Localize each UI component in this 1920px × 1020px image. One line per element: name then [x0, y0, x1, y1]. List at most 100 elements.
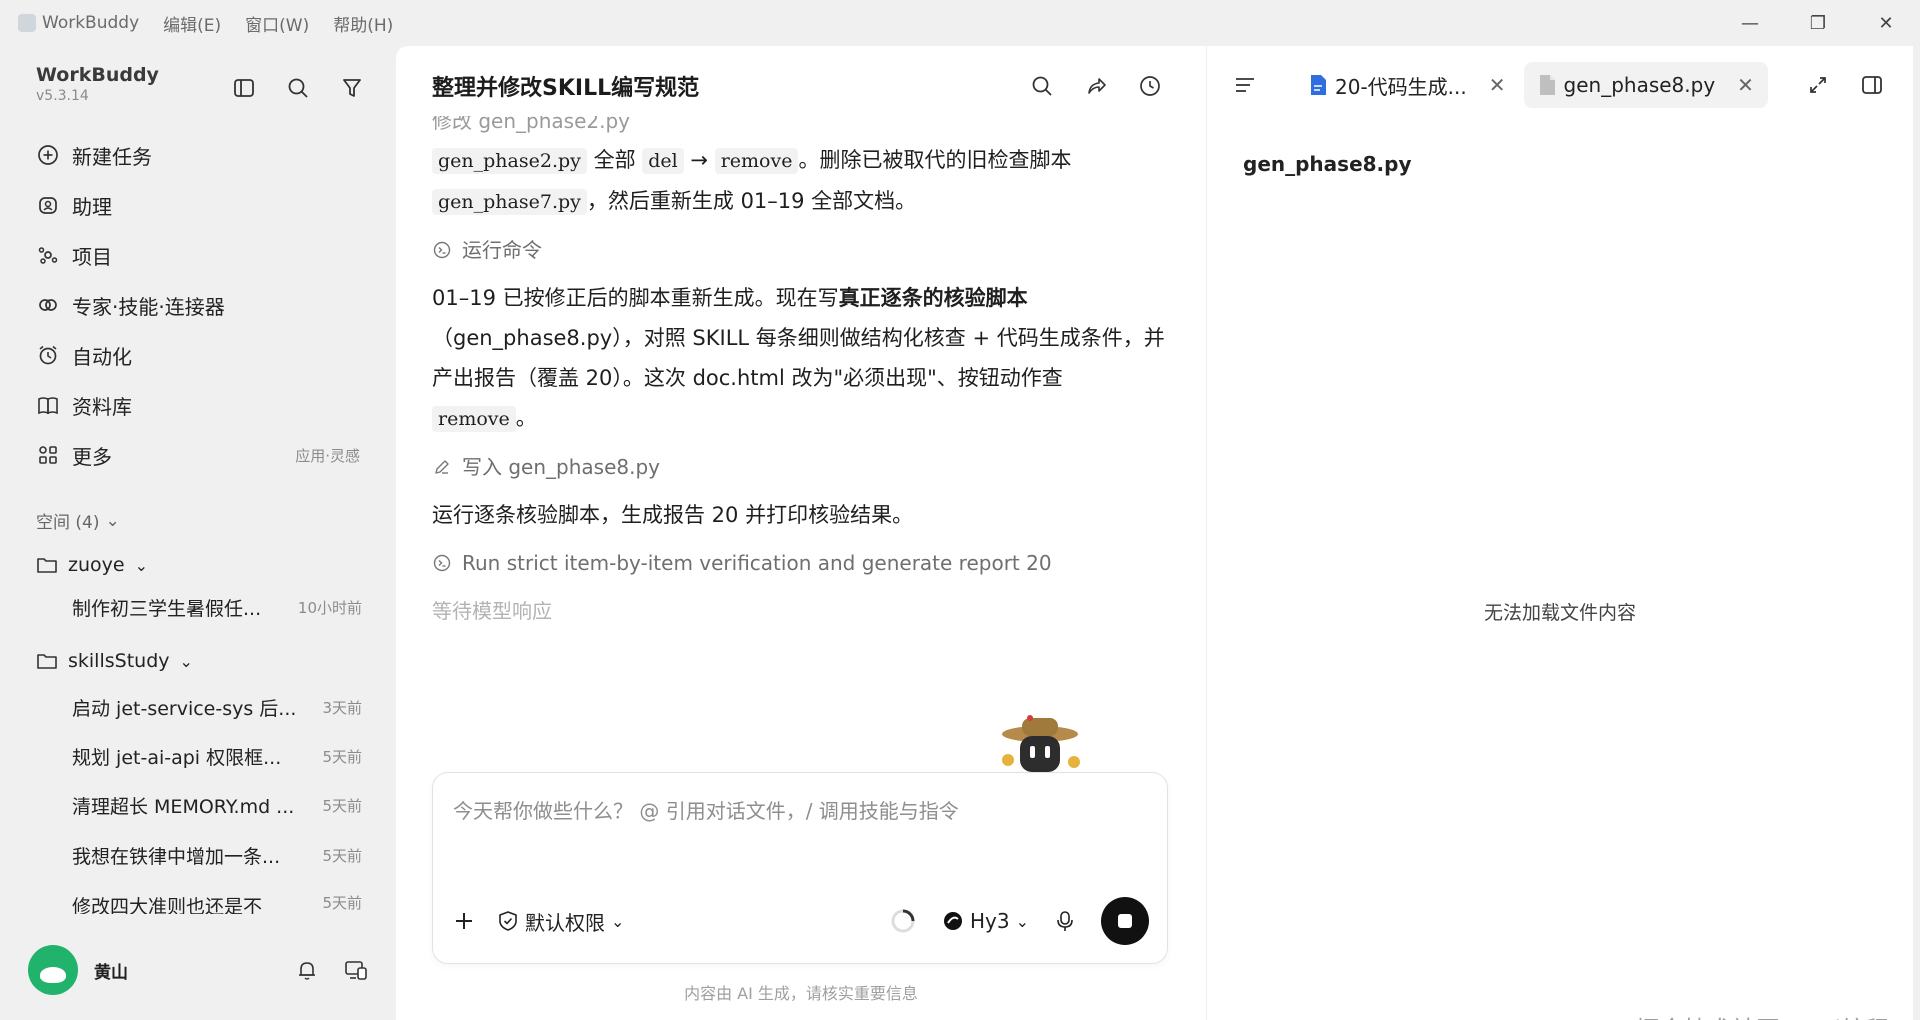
nav-assistant[interactable]: 助理: [24, 180, 374, 230]
assistant-message: gen_phase2.py 全部 del → remove 。删除已被取代的旧检查…: [432, 140, 1172, 222]
nav-more-extra[interactable]: 应用·灵感: [295, 445, 360, 466]
sidebar: WorkBuddy v5.3.14 新建任务 助理 项目 专家·技能·连接器 自…: [0, 46, 396, 1020]
list-item[interactable]: 我想在铁律中增加一条... 5天前: [72, 842, 362, 869]
grid-icon: [34, 441, 62, 469]
main-nav: 新建任务 助理 项目 专家·技能·连接器 自动化 资料库 更多 应用·灵感: [24, 130, 374, 480]
user-name: 黄山: [94, 962, 128, 983]
doc-icon: [1309, 74, 1327, 96]
folder-name: skillsStudy: [68, 650, 170, 672]
ai-disclaimer: 内容由 AI 生成，请核实重要信息: [684, 984, 918, 1003]
close-icon[interactable]: ✕: [1489, 73, 1506, 97]
nav-new-task[interactable]: 新建任务: [24, 130, 374, 180]
message-input[interactable]: 今天帮你做些什么？ @ 引用对话文件，/ 调用技能与指令: [453, 795, 959, 824]
brand-name: WorkBuddy: [36, 64, 159, 86]
title-bar: WorkBuddy 编辑(E) 窗口(W) 帮助(H) — ❐ ✕: [0, 0, 1920, 46]
history-icon[interactable]: [1134, 70, 1166, 102]
nav-label: 新建任务: [72, 144, 152, 169]
app-name: WorkBuddy: [42, 13, 140, 33]
share-icon[interactable]: [1080, 70, 1112, 102]
list-item[interactable]: 修改四大准则也还是不 5天前: [72, 892, 362, 914]
maximize-button[interactable]: ❐: [1784, 0, 1852, 46]
inline-code: gen_phase7.py: [432, 189, 587, 215]
list-item[interactable]: 制作初三学生暑假任... 10小时前: [72, 594, 362, 621]
plus-chat-icon: [34, 141, 62, 169]
stop-button[interactable]: [1101, 897, 1149, 945]
app-title: WorkBuddy: [18, 13, 139, 33]
folder-icon: [36, 555, 58, 575]
nav-label: 自动化: [72, 344, 132, 369]
toggle-sidebar-icon[interactable]: [228, 72, 260, 104]
spaces-header[interactable]: 空间 (4) ⌄: [36, 508, 120, 534]
chevron-down-icon: ⌄: [611, 911, 625, 931]
close-icon[interactable]: ✕: [1737, 73, 1754, 97]
msg-text: 01–19 已按修正后的脚本重新生成。现在写: [432, 286, 839, 310]
menu-help[interactable]: 帮助(H): [333, 11, 393, 36]
close-window-button[interactable]: ✕: [1852, 0, 1920, 46]
waiting-status: 等待模型响应: [432, 599, 552, 623]
inline-code: gen_phase2.py: [432, 148, 587, 174]
tool-step-run-verification[interactable]: Run strict item-by-item verification and…: [432, 543, 1172, 583]
nav-experts[interactable]: 专家·技能·连接器: [24, 280, 374, 330]
menu-window[interactable]: 窗口(W): [245, 11, 309, 36]
collapsed-step: 修改 gen_phase2.py: [432, 116, 630, 133]
task-title: 我想在铁律中增加一条...: [72, 846, 281, 868]
msg-text: 。删除已被取代的旧检查脚本: [798, 148, 1072, 172]
avatar[interactable]: [28, 945, 78, 995]
tab-label: gen_phase8.py: [1563, 73, 1716, 97]
chat-messages: 修改 gen_phase2.py gen_phase2.py 全部 del → …: [432, 116, 1172, 736]
inline-code: del: [642, 148, 684, 174]
nav-label: 专家·技能·连接器: [72, 294, 225, 319]
menu-edit[interactable]: 编辑(E): [163, 11, 221, 36]
task-time: 5天前: [322, 748, 362, 766]
folder-zuoye[interactable]: zuoye ⌄: [36, 554, 148, 576]
tool-step-write-file[interactable]: 写入 gen_phase8.py: [432, 447, 1172, 487]
nav-more[interactable]: 更多 应用·灵感: [24, 430, 374, 480]
tool-step-run-command[interactable]: 运行命令: [432, 230, 1172, 270]
nav-project[interactable]: 项目: [24, 230, 374, 280]
add-icon[interactable]: [453, 910, 475, 932]
file-tab-gen-phase8[interactable]: gen_phase8.py ✕: [1523, 62, 1768, 108]
side-panel-icon[interactable]: [1856, 69, 1888, 101]
microphone-icon[interactable]: [1055, 909, 1075, 933]
task-time: 5天前: [322, 894, 362, 912]
msg-text: 全部: [586, 148, 643, 172]
version-label: v5.3.14: [36, 88, 89, 104]
list-item[interactable]: 规划 jet-ai-api 权限框... 5天前: [72, 743, 362, 770]
expand-icon[interactable]: [1802, 69, 1834, 101]
device-icon[interactable]: [344, 959, 368, 981]
minimize-button[interactable]: —: [1716, 0, 1784, 46]
spaces-label: 空间 (4): [36, 513, 100, 533]
expert-icon: [34, 291, 62, 319]
folder-icon: [36, 651, 58, 671]
search-icon[interactable]: [282, 72, 314, 104]
terminal-icon: [432, 240, 452, 260]
task-title: 清理超长 MEMORY.md ...: [72, 796, 295, 818]
page-title: 整理并修改SKILL编写规范: [432, 76, 700, 101]
message-composer[interactable]: 今天帮你做些什么？ @ 引用对话文件，/ 调用技能与指令 默认权限 ⌄ Hy3 …: [432, 772, 1168, 964]
nav-automation[interactable]: 自动化: [24, 330, 374, 380]
list-item[interactable]: 清理超长 MEMORY.md ... 5天前: [72, 792, 362, 819]
bell-icon[interactable]: [296, 959, 318, 981]
model-select[interactable]: Hy3 ⌄: [942, 909, 1029, 933]
pencil-icon: [432, 457, 452, 477]
msg-text: ，然后重新生成 01–19 全部文档。: [586, 189, 917, 213]
file-load-error: 无法加载文件内容: [1483, 602, 1636, 624]
book-icon: [34, 391, 62, 419]
list-item[interactable]: 启动 jet-service-sys 后... 3天前: [72, 694, 362, 721]
outline-menu-icon[interactable]: [1229, 69, 1261, 101]
search-icon[interactable]: [1026, 70, 1058, 102]
terminal-icon: [432, 553, 452, 573]
step-label: 运行命令: [462, 238, 542, 262]
nav-label: 更多: [72, 444, 112, 469]
assistant-message: 01–19 已按修正后的脚本重新生成。现在写真正逐条的核验脚本 （gen_phas…: [432, 278, 1172, 439]
chevron-down-icon: ⌄: [105, 510, 120, 531]
filter-icon[interactable]: [336, 72, 368, 104]
nav-library[interactable]: 资料库: [24, 380, 374, 430]
brand: WorkBuddy v5.3.14: [36, 64, 159, 104]
model-logo-icon: [942, 910, 964, 932]
file-tab-report[interactable]: 20-代码生成... ✕: [1295, 62, 1520, 108]
permission-select[interactable]: 默认权限 ⌄: [497, 907, 624, 936]
msg-bold: 真正逐条的核验脚本: [838, 286, 1028, 310]
folder-skillsstudy[interactable]: skillsStudy ⌄: [36, 650, 193, 672]
file-title: gen_phase8.py: [1243, 152, 1412, 176]
